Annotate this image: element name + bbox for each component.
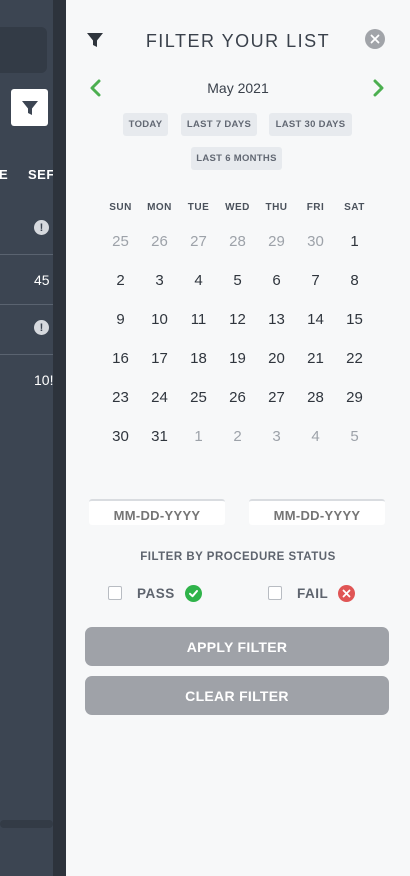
info-icon[interactable]: ! [34,220,49,235]
calendar-day[interactable]: 4 [179,272,218,289]
info-icon[interactable]: ! [34,320,49,335]
table-cell-value: 45 [34,272,50,288]
horizontal-scrollbar[interactable] [0,820,53,828]
status-filter-title: FILTER BY PROCEDURE STATUS [140,551,336,563]
calendar-day[interactable]: 11 [179,311,218,328]
calendar-day[interactable]: 14 [296,311,335,328]
calendar-day[interactable]: 29 [335,389,374,406]
calendar-day[interactable]: 29 [257,233,296,250]
calendar-day[interactable]: 25 [101,233,140,250]
calendar-day[interactable]: 28 [218,233,257,250]
calendar-day[interactable]: 26 [218,389,257,406]
calendar-day[interactable]: 24 [140,389,179,406]
weekday-label: SAT [344,202,365,213]
row-divider [0,304,53,305]
open-filter-button[interactable] [11,89,48,126]
calendar-day[interactable]: 3 [257,428,296,445]
calendar-day[interactable]: 6 [257,272,296,289]
weekday-label: FRI [306,202,325,213]
calendar-day[interactable]: 31 [140,428,179,445]
end-date-field[interactable] [249,499,385,525]
row-divider [0,254,53,255]
row-divider [0,354,53,355]
close-button[interactable] [365,29,385,49]
calendar-day[interactable]: 22 [335,350,374,367]
column-header-e: E [0,167,9,182]
calendar-day[interactable]: 12 [218,311,257,328]
funnel-icon [21,100,38,115]
weekday-label: THU [265,202,288,213]
calendar-day[interactable]: 30 [101,428,140,445]
panel-shadow-gutter [53,0,66,876]
table-cell-value: 10! [34,372,54,388]
pass-label: PASS [137,586,175,601]
calendar-day[interactable]: 9 [101,311,140,328]
calendar-day[interactable]: 20 [257,350,296,367]
calendar-grid: SUN MON TUE WED THU FRI SAT 25 26 27 28 29 30… [101,202,374,456]
fail-label: FAIL [297,586,329,601]
quick-range-last-7-days[interactable]: LAST 7 DAYS [181,113,257,136]
calendar-day[interactable]: 23 [101,389,140,406]
calendar-day[interactable]: 30 [296,233,335,250]
pass-checkbox[interactable] [108,586,122,600]
filter-panel: FILTER YOUR LIST May 2021 TODAY LAST 7 D… [66,0,410,876]
quick-range-today[interactable]: TODAY [123,113,168,136]
calendar-week-row: 23 24 25 26 27 28 29 [101,378,374,417]
quick-range-last-6-months[interactable]: LAST 6 MONTHS [191,147,282,170]
calendar-week-row: 2345678 [101,261,374,300]
calendar-day[interactable]: 2 [218,428,257,445]
apply-filter-button[interactable]: APPLY FILTER [85,627,389,666]
calendar-day[interactable]: 8 [335,272,374,289]
calendar-days: 25 26 27 28 29 30 1 2 3 4 5 6 7 8 9 10 11 12 13 14 15 16 17 18 1… [101,222,374,456]
weekday-label: SUN [109,202,132,213]
calendar-day[interactable]: 10 [140,311,179,328]
quick-range-last-30-days[interactable]: LAST 30 DAYS [269,113,352,136]
calendar-day[interactable]: 25 [179,389,218,406]
calendar-day[interactable]: 21 [296,350,335,367]
calendar-day[interactable]: 28 [296,389,335,406]
calendar-day[interactable]: 3 [140,272,179,289]
weekday-header: SUN MON TUE WED THU FRI SAT [101,202,374,213]
month-navigator: May 2021 [66,76,410,100]
calendar-week-row: 25 26 27 28 29 30 1 [101,222,374,261]
calendar-day[interactable]: 26 [140,233,179,250]
fail-checkbox[interactable] [268,586,282,600]
calendar-day[interactable]: 19 [218,350,257,367]
calendar-day[interactable]: 5 [335,428,374,445]
month-label: May 2021 [207,80,269,96]
fail-x-icon [338,585,355,602]
calendar-day[interactable]: 27 [179,233,218,250]
clear-filter-button[interactable]: CLEAR FILTER [85,676,389,715]
calendar-day[interactable]: 7 [296,272,335,289]
calendar-day[interactable]: 15 [335,311,374,328]
calendar-day[interactable]: 1 [179,428,218,445]
filter-panel-title: FILTER YOUR LIST [145,31,331,51]
next-month-chevron-icon[interactable] [368,78,388,98]
close-icon [370,34,380,44]
calendar-day[interactable]: 4 [296,428,335,445]
calendar-day[interactable]: 17 [140,350,179,367]
pass-check-icon [185,585,202,602]
weekday-label: WED [225,202,250,213]
calendar-day[interactable]: 5 [218,272,257,289]
weekday-label: MON [147,202,172,213]
background-search-bar[interactable] [0,27,47,73]
calendar-day[interactable]: 27 [257,389,296,406]
calendar-day[interactable]: 16 [101,350,140,367]
weekday-label: TUE [187,202,210,213]
calendar-week-row: 16 17 18 19 20 21 22 [101,339,374,378]
column-header-ser: SEF [28,167,55,182]
calendar-day[interactable]: 2 [101,272,140,289]
calendar-day[interactable]: 13 [257,311,296,328]
calendar-week-row: 9 10 11 12 13 14 15 [101,300,374,339]
filter-panel-header: FILTER YOUR LIST [66,0,410,80]
start-date-field[interactable] [89,499,225,525]
calendar-day[interactable]: 1 [335,233,374,250]
calendar-day[interactable]: 18 [179,350,218,367]
calendar-week-row: 30 31 1 2 3 4 5 [101,417,374,456]
